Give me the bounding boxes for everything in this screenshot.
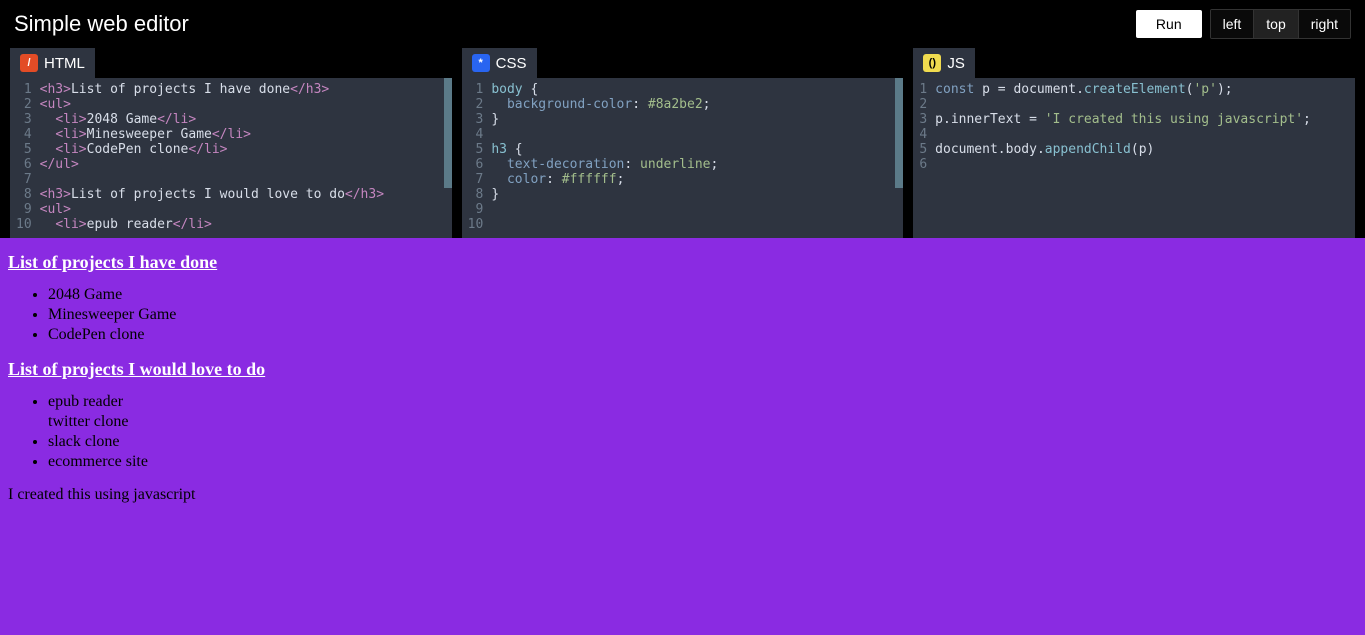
run-button[interactable]: Run bbox=[1136, 10, 1202, 38]
output-preview: List of projects I have done 2048 GameMi… bbox=[0, 238, 1365, 635]
css-tab-label: CSS bbox=[496, 55, 527, 72]
list-item: CodePen clone bbox=[48, 325, 1357, 345]
js-panel: () JS 123456 const p = document.createEl… bbox=[913, 48, 1355, 238]
list-item: Minesweeper Game bbox=[48, 305, 1357, 325]
js-tab-label: JS bbox=[947, 55, 965, 72]
js-panel-header: () JS bbox=[913, 48, 1355, 78]
output-list-2: epub readertwitter cloneslack cloneecomm… bbox=[48, 392, 1357, 472]
html-editor[interactable]: 12345678910 <h3>List of projects I have … bbox=[10, 78, 452, 238]
editor-panels: / HTML 12345678910 <h3>List of projects … bbox=[0, 48, 1365, 238]
html-tab-label: HTML bbox=[44, 55, 85, 72]
css-panel-header: * CSS bbox=[462, 48, 904, 78]
toolbar: Run left top right bbox=[1136, 9, 1351, 39]
list-item: twitter clone bbox=[48, 412, 1357, 432]
layout-left-button[interactable]: left bbox=[1211, 10, 1255, 38]
css-scrollbar[interactable] bbox=[895, 78, 903, 238]
output-js-paragraph: I created this using javascript bbox=[8, 486, 1357, 504]
header: Simple web editor Run left top right bbox=[0, 0, 1365, 48]
html-tab[interactable]: / HTML bbox=[10, 48, 95, 78]
html-icon: / bbox=[20, 54, 38, 72]
html-scrollbar[interactable] bbox=[444, 78, 452, 238]
html-code[interactable]: <h3>List of projects I have done</h3><ul… bbox=[40, 78, 452, 238]
css-panel: * CSS 12345678910 body { background-colo… bbox=[462, 48, 904, 238]
css-scroll-thumb[interactable] bbox=[895, 78, 903, 188]
js-gutter: 123456 bbox=[913, 78, 935, 238]
css-gutter: 12345678910 bbox=[462, 78, 492, 238]
layout-switcher: left top right bbox=[1210, 9, 1351, 39]
page-title: Simple web editor bbox=[14, 11, 189, 37]
output-heading-1: List of projects I have done bbox=[8, 252, 1357, 273]
js-code[interactable]: const p = document.createElement('p');p.… bbox=[935, 78, 1355, 238]
layout-right-button[interactable]: right bbox=[1299, 10, 1350, 38]
html-scroll-thumb[interactable] bbox=[444, 78, 452, 188]
layout-top-button[interactable]: top bbox=[1254, 10, 1298, 38]
output-list-1: 2048 GameMinesweeper GameCodePen clone bbox=[48, 285, 1357, 345]
js-tab[interactable]: () JS bbox=[913, 48, 975, 78]
js-icon: () bbox=[923, 54, 941, 72]
html-gutter: 12345678910 bbox=[10, 78, 40, 238]
list-item: 2048 Game bbox=[48, 285, 1357, 305]
html-panel: / HTML 12345678910 <h3>List of projects … bbox=[10, 48, 452, 238]
output-heading-2: List of projects I would love to do bbox=[8, 359, 1357, 380]
css-code[interactable]: body { background-color: #8a2be2;}h3 { t… bbox=[491, 78, 903, 238]
list-item: ecommerce site bbox=[48, 452, 1357, 472]
css-tab[interactable]: * CSS bbox=[462, 48, 537, 78]
css-icon: * bbox=[472, 54, 490, 72]
css-editor[interactable]: 12345678910 body { background-color: #8a… bbox=[462, 78, 904, 238]
js-editor[interactable]: 123456 const p = document.createElement(… bbox=[913, 78, 1355, 238]
html-panel-header: / HTML bbox=[10, 48, 452, 78]
list-item: epub reader bbox=[48, 392, 1357, 412]
list-item: slack clone bbox=[48, 432, 1357, 452]
